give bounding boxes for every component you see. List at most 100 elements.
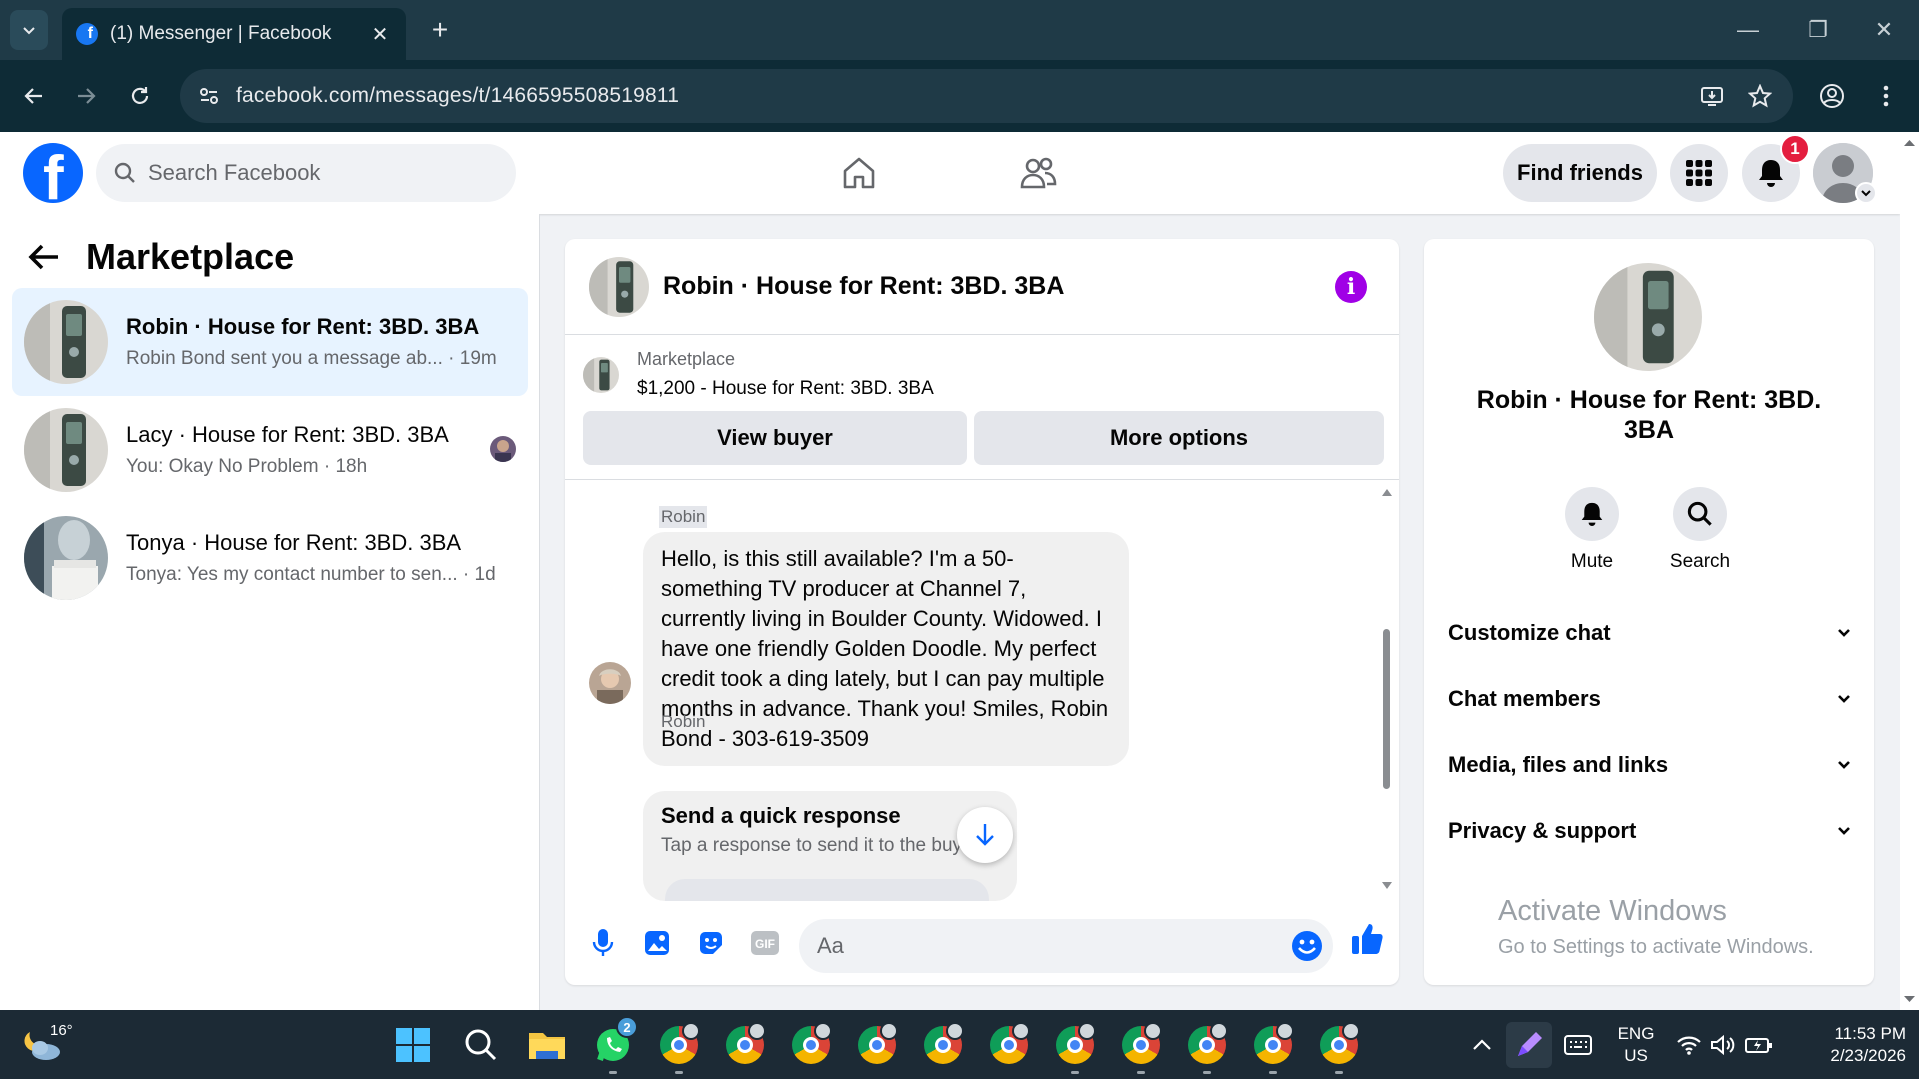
chrome-icon (792, 1022, 832, 1064)
emoji-icon[interactable] (1291, 930, 1323, 962)
tab-search-button[interactable] (10, 10, 48, 50)
chrome-window-button[interactable] (920, 1022, 966, 1068)
mute-action[interactable]: Mute (1552, 487, 1632, 573)
browser-menu-button[interactable] (1864, 74, 1908, 118)
view-buyer-button[interactable]: View buyer (583, 411, 967, 465)
conversation-list-panel: Marketplace Robin · House for Rent: 3BD.… (0, 214, 540, 1010)
conversation-item[interactable]: Robin · House for Rent: 3BD. 3BA Robin B… (12, 288, 528, 396)
arrow-down-icon (976, 824, 994, 846)
scroll-up-icon[interactable] (1381, 487, 1393, 497)
bookmark-button[interactable] (1738, 74, 1782, 118)
chrome-window-button[interactable] (722, 1022, 768, 1068)
whatsapp-button[interactable]: 2 (590, 1016, 638, 1074)
install-icon (1701, 87, 1723, 106)
customize-chat-section[interactable]: Customize chat (1448, 611, 1852, 655)
conversation-item[interactable]: Tonya · House for Rent: 3BD. 3BA Tonya: … (12, 504, 528, 612)
scroll-to-bottom-button[interactable] (957, 807, 1013, 863)
profile-button[interactable] (1810, 74, 1854, 118)
url-text[interactable]: facebook.com/messages/t/1466595508519811 (236, 84, 679, 108)
site-info-icon[interactable] (198, 85, 220, 107)
clock[interactable]: 11:53 PM 2/23/2026 (1796, 1023, 1906, 1067)
quick-response-chip[interactable] (665, 879, 989, 901)
facebook-search-input[interactable] (148, 160, 488, 186)
weather-widget[interactable]: 16° (24, 1022, 84, 1068)
profile-badge-icon (1144, 1022, 1162, 1040)
profile-picture[interactable] (1594, 263, 1702, 371)
chrome-window-button[interactable] (656, 1022, 702, 1074)
reload-button[interactable] (118, 74, 162, 118)
window-close-button[interactable]: ✕ (1849, 0, 1919, 60)
sticker-button[interactable] (693, 925, 729, 961)
message-input-box[interactable] (799, 919, 1333, 973)
message-scrollbar-thumb[interactable] (1383, 629, 1390, 789)
scroll-down-icon[interactable] (1900, 992, 1919, 1006)
listing-summary[interactable]: Marketplace $1,200 - House for Rent: 3BD… (583, 349, 934, 400)
gif-button[interactable]: GIF (747, 925, 783, 961)
attach-photo-button[interactable] (639, 925, 675, 961)
minimize-button[interactable]: — (1713, 0, 1783, 60)
facebook-logo[interactable]: f (23, 143, 83, 203)
temperature: 16° (50, 1022, 73, 1039)
message-input[interactable] (817, 933, 1257, 959)
media-files-links-section[interactable]: Media, files and links (1448, 743, 1852, 787)
language-indicator[interactable]: ENG US (1608, 1023, 1664, 1067)
info-icon[interactable]: i (1335, 271, 1367, 303)
profile-badge-icon (682, 1022, 700, 1040)
running-indicator (609, 1071, 617, 1074)
conversation-avatar (24, 516, 108, 600)
conversation-avatar (24, 300, 108, 384)
facebook-search[interactable] (96, 144, 516, 202)
restore-button[interactable]: ❐ (1783, 0, 1853, 60)
windows-icon (396, 1028, 430, 1062)
browser-tab[interactable]: f (1) Messenger | Facebook ✕ (62, 8, 406, 60)
address-bar[interactable]: facebook.com/messages/t/1466595508519811 (180, 69, 1793, 123)
chrome-window-button[interactable] (1250, 1022, 1296, 1074)
chat-title[interactable]: Robin · House for Rent: 3BD. 3BA (663, 272, 1064, 301)
scroll-up-icon[interactable] (1900, 136, 1919, 150)
back-button[interactable] (12, 74, 56, 118)
back-arrow-icon[interactable] (28, 243, 60, 271)
forward-button[interactable] (64, 74, 108, 118)
find-friends-button[interactable]: Find friends (1503, 144, 1657, 202)
listing-thumbnail (583, 357, 619, 393)
scroll-down-icon[interactable] (1381, 881, 1393, 891)
privacy-support-section[interactable]: Privacy & support (1448, 809, 1852, 853)
sticker-icon (700, 932, 722, 954)
install-app-button[interactable] (1690, 74, 1734, 118)
sender-avatar[interactable] (589, 662, 631, 704)
more-options-button[interactable]: More options (974, 411, 1384, 465)
account-menu-chevron[interactable] (1855, 182, 1877, 204)
menu-button[interactable] (1670, 144, 1728, 202)
home-nav-button[interactable] (829, 148, 889, 198)
chrome-window-button[interactable] (1316, 1022, 1362, 1074)
file-explorer-button[interactable] (524, 1022, 570, 1068)
chrome-window-button[interactable] (986, 1022, 1032, 1068)
chrome-window-button[interactable] (854, 1022, 900, 1068)
touch-keyboard-button[interactable] (1556, 1022, 1600, 1068)
clock-time: 11:53 PM (1834, 1024, 1906, 1043)
new-tab-button[interactable]: + (424, 12, 456, 48)
quick-settings-button[interactable] (1670, 1022, 1780, 1068)
like-button[interactable] (1349, 921, 1385, 957)
chrome-window-button[interactable] (1118, 1022, 1164, 1074)
chat-avatar[interactable] (589, 256, 649, 317)
search-action[interactable]: Search (1660, 487, 1740, 573)
profile-icon (1820, 84, 1844, 108)
conversation-item[interactable]: Lacy · House for Rent: 3BD. 3BA You: Oka… (12, 396, 528, 504)
tab-close-icon[interactable]: ✕ (368, 22, 392, 47)
taskbar-search-button[interactable] (458, 1022, 504, 1068)
start-button[interactable] (390, 1022, 436, 1068)
chat-members-section[interactable]: Chat members (1448, 677, 1852, 721)
message-bubble[interactable]: Hello, is this still available? I'm a 50… (643, 532, 1129, 766)
chrome-window-button[interactable] (1052, 1022, 1098, 1074)
seen-avatar-photo (490, 436, 516, 462)
conversation-time: 19m (459, 348, 497, 369)
show-hidden-icons-button[interactable] (1460, 1022, 1504, 1068)
voice-clip-button[interactable] (585, 925, 621, 961)
reload-icon (131, 87, 149, 104)
page-scrollbar[interactable] (1900, 132, 1919, 1010)
pen-menu-button[interactable] (1506, 1022, 1552, 1068)
chrome-window-button[interactable] (1184, 1022, 1230, 1074)
chrome-window-button[interactable] (788, 1022, 834, 1068)
friends-nav-button[interactable] (1008, 148, 1068, 198)
